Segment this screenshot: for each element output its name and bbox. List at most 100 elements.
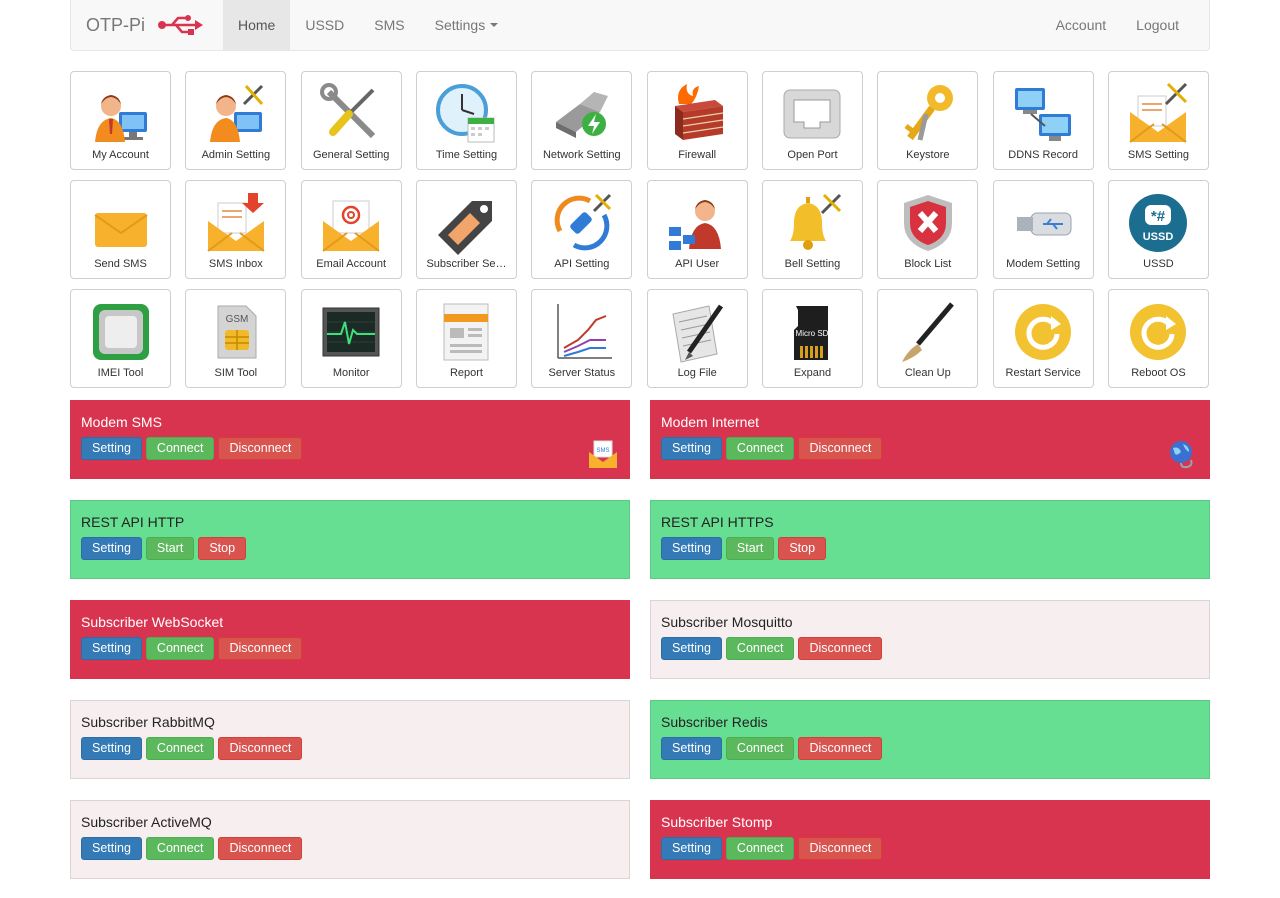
setting-button[interactable]: Setting bbox=[661, 437, 722, 460]
tile-label: API User bbox=[675, 258, 720, 270]
tile-label: Server Status bbox=[548, 367, 616, 379]
tile-log-file[interactable]: Log File bbox=[646, 289, 748, 388]
tile-clean-up[interactable]: Clean Up bbox=[877, 289, 979, 388]
tile-ddns-record[interactable]: DDNS Record bbox=[992, 71, 1094, 170]
tile-network-setting[interactable]: Network Setting bbox=[531, 71, 633, 170]
tile-send-sms[interactable]: Send SMS bbox=[70, 180, 171, 279]
tile-restart-service[interactable]: Restart Service bbox=[992, 289, 1094, 388]
setting-button[interactable]: Setting bbox=[81, 537, 142, 560]
tile-api-setting[interactable]: API Setting bbox=[531, 180, 633, 279]
start-button[interactable]: Start bbox=[145, 537, 195, 560]
stop-button[interactable]: Stop bbox=[198, 537, 247, 560]
setting-button[interactable]: Setting bbox=[661, 637, 722, 660]
tile-api-user[interactable]: API User bbox=[646, 180, 748, 279]
setting-button[interactable]: Setting bbox=[661, 537, 722, 560]
panel-modem-internet: Modem Internet Setting Connect Disconnec… bbox=[650, 400, 1210, 479]
reboot-icon bbox=[1130, 304, 1187, 360]
wrench-screwdriver-icon bbox=[320, 83, 376, 139]
brand-name[interactable]: OTP-Pi bbox=[86, 15, 145, 36]
usb-logo-icon bbox=[158, 15, 204, 35]
tile-label: Send SMS bbox=[94, 258, 147, 270]
tile-modem-setting[interactable]: Modem Setting bbox=[992, 180, 1094, 279]
nav-logout[interactable]: Logout bbox=[1121, 0, 1209, 50]
tile-reboot-os[interactable]: Reboot OS bbox=[1107, 289, 1209, 388]
log-pen-icon bbox=[672, 304, 724, 363]
connect-button[interactable]: Connect bbox=[145, 737, 215, 760]
tile-ussd[interactable]: *# USSD USSD bbox=[1107, 180, 1209, 279]
usb-modem-icon bbox=[1017, 212, 1072, 236]
disconnect-button[interactable]: Disconnect bbox=[798, 737, 883, 760]
tile-email-account[interactable]: Email Account bbox=[300, 180, 402, 279]
tile-server-status[interactable]: Server Status bbox=[531, 289, 633, 388]
tile-sms-setting[interactable]: SMS Setting bbox=[1107, 71, 1209, 170]
report-icon bbox=[443, 303, 489, 361]
tile-keystore[interactable]: Keystore bbox=[877, 71, 979, 170]
tile-admin-setting[interactable]: Admin Setting bbox=[185, 71, 287, 170]
panel-title: Subscriber Mosquitto bbox=[661, 614, 793, 630]
disconnect-button[interactable]: Disconnect bbox=[798, 437, 883, 460]
nav-home[interactable]: Home bbox=[223, 0, 291, 50]
tile-general-setting[interactable]: General Setting bbox=[300, 71, 402, 170]
setting-button[interactable]: Setting bbox=[661, 837, 722, 860]
panel-title: REST API HTTPS bbox=[661, 514, 774, 530]
tile-label: SMS Inbox bbox=[208, 258, 263, 270]
tile-block-list[interactable]: Block List bbox=[877, 180, 979, 279]
nav-ussd[interactable]: USSD bbox=[290, 0, 359, 50]
disconnect-button[interactable]: Disconnect bbox=[218, 637, 303, 660]
tile-monitor[interactable]: Monitor bbox=[300, 289, 402, 388]
tile-time-setting[interactable]: Time Setting bbox=[415, 71, 517, 170]
tile-sms-inbox[interactable]: SMS Inbox bbox=[185, 180, 287, 279]
disconnect-button[interactable]: Disconnect bbox=[218, 437, 303, 460]
tile-my-account[interactable]: My Account bbox=[70, 71, 171, 170]
connect-button[interactable]: Connect bbox=[145, 637, 215, 660]
tile-bell-setting[interactable]: Bell Setting bbox=[761, 180, 863, 279]
disconnect-button[interactable]: Disconnect bbox=[798, 637, 883, 660]
tile-open-port[interactable]: Open Port bbox=[761, 71, 863, 170]
disconnect-button[interactable]: Disconnect bbox=[218, 737, 303, 760]
connect-button[interactable]: Connect bbox=[145, 437, 215, 460]
connect-button[interactable]: Connect bbox=[145, 837, 215, 860]
tile-firewall[interactable]: Firewall bbox=[646, 71, 748, 170]
setting-button[interactable]: Setting bbox=[81, 637, 142, 660]
tile-label: Admin Setting bbox=[201, 149, 271, 161]
tile-imei-tool[interactable]: IMEI Tool bbox=[70, 289, 171, 388]
tile-label: Clean Up bbox=[904, 367, 951, 379]
shield-block-icon bbox=[903, 195, 952, 251]
connect-button[interactable]: Connect bbox=[725, 637, 795, 660]
panel-subscriber-activemq: Subscriber ActiveMQ Setting Connect Disc… bbox=[70, 800, 630, 879]
tile-label: Keystore bbox=[906, 149, 950, 161]
nav-settings-dropdown[interactable]: Settings bbox=[420, 0, 514, 50]
sim-icon-text: GSM bbox=[225, 314, 248, 325]
disconnect-button[interactable]: Disconnect bbox=[218, 837, 303, 860]
nav-account[interactable]: Account bbox=[1041, 0, 1122, 50]
setting-button[interactable]: Setting bbox=[81, 837, 142, 860]
tile-expand[interactable]: Micro SD Expand bbox=[761, 289, 863, 388]
tile-label: API Setting bbox=[554, 258, 610, 270]
tile-label: Report bbox=[449, 367, 483, 379]
setting-button[interactable]: Setting bbox=[81, 737, 142, 760]
service-panels: Modem SMS Setting Connect Disconnect SMS… bbox=[70, 400, 1210, 879]
disconnect-button[interactable]: Disconnect bbox=[798, 837, 883, 860]
tile-label: Modem Setting bbox=[1006, 258, 1081, 270]
tile-label: SMS Setting bbox=[1127, 149, 1190, 161]
setting-button[interactable]: Setting bbox=[81, 437, 142, 460]
tag-icon bbox=[438, 201, 493, 255]
connect-button[interactable]: Connect bbox=[725, 437, 795, 460]
panel-subscriber-stomp: Subscriber Stomp Setting Connect Disconn… bbox=[650, 800, 1210, 879]
connect-button[interactable]: Connect bbox=[725, 737, 795, 760]
setting-button[interactable]: Setting bbox=[661, 737, 722, 760]
connect-button[interactable]: Connect bbox=[725, 837, 795, 860]
line-chart-icon bbox=[557, 304, 612, 359]
start-button[interactable]: Start bbox=[725, 537, 775, 560]
tile-label: Restart Service bbox=[1005, 367, 1081, 379]
brand[interactable]: OTP-Pi bbox=[71, 0, 223, 50]
tile-label: Open Port bbox=[787, 149, 838, 161]
tile-report[interactable]: Report bbox=[415, 289, 517, 388]
stop-button[interactable]: Stop bbox=[778, 537, 827, 560]
envelope-inbox-icon bbox=[207, 193, 265, 252]
panel-title: Modem Internet bbox=[661, 414, 760, 430]
tile-subscriber-setting[interactable]: Subscriber Se… bbox=[415, 180, 517, 279]
nav-sms[interactable]: SMS bbox=[359, 0, 419, 50]
tile-sim-tool[interactable]: GSM SIM Tool bbox=[185, 289, 287, 388]
sms-envelope-icon: SMS bbox=[589, 440, 617, 468]
